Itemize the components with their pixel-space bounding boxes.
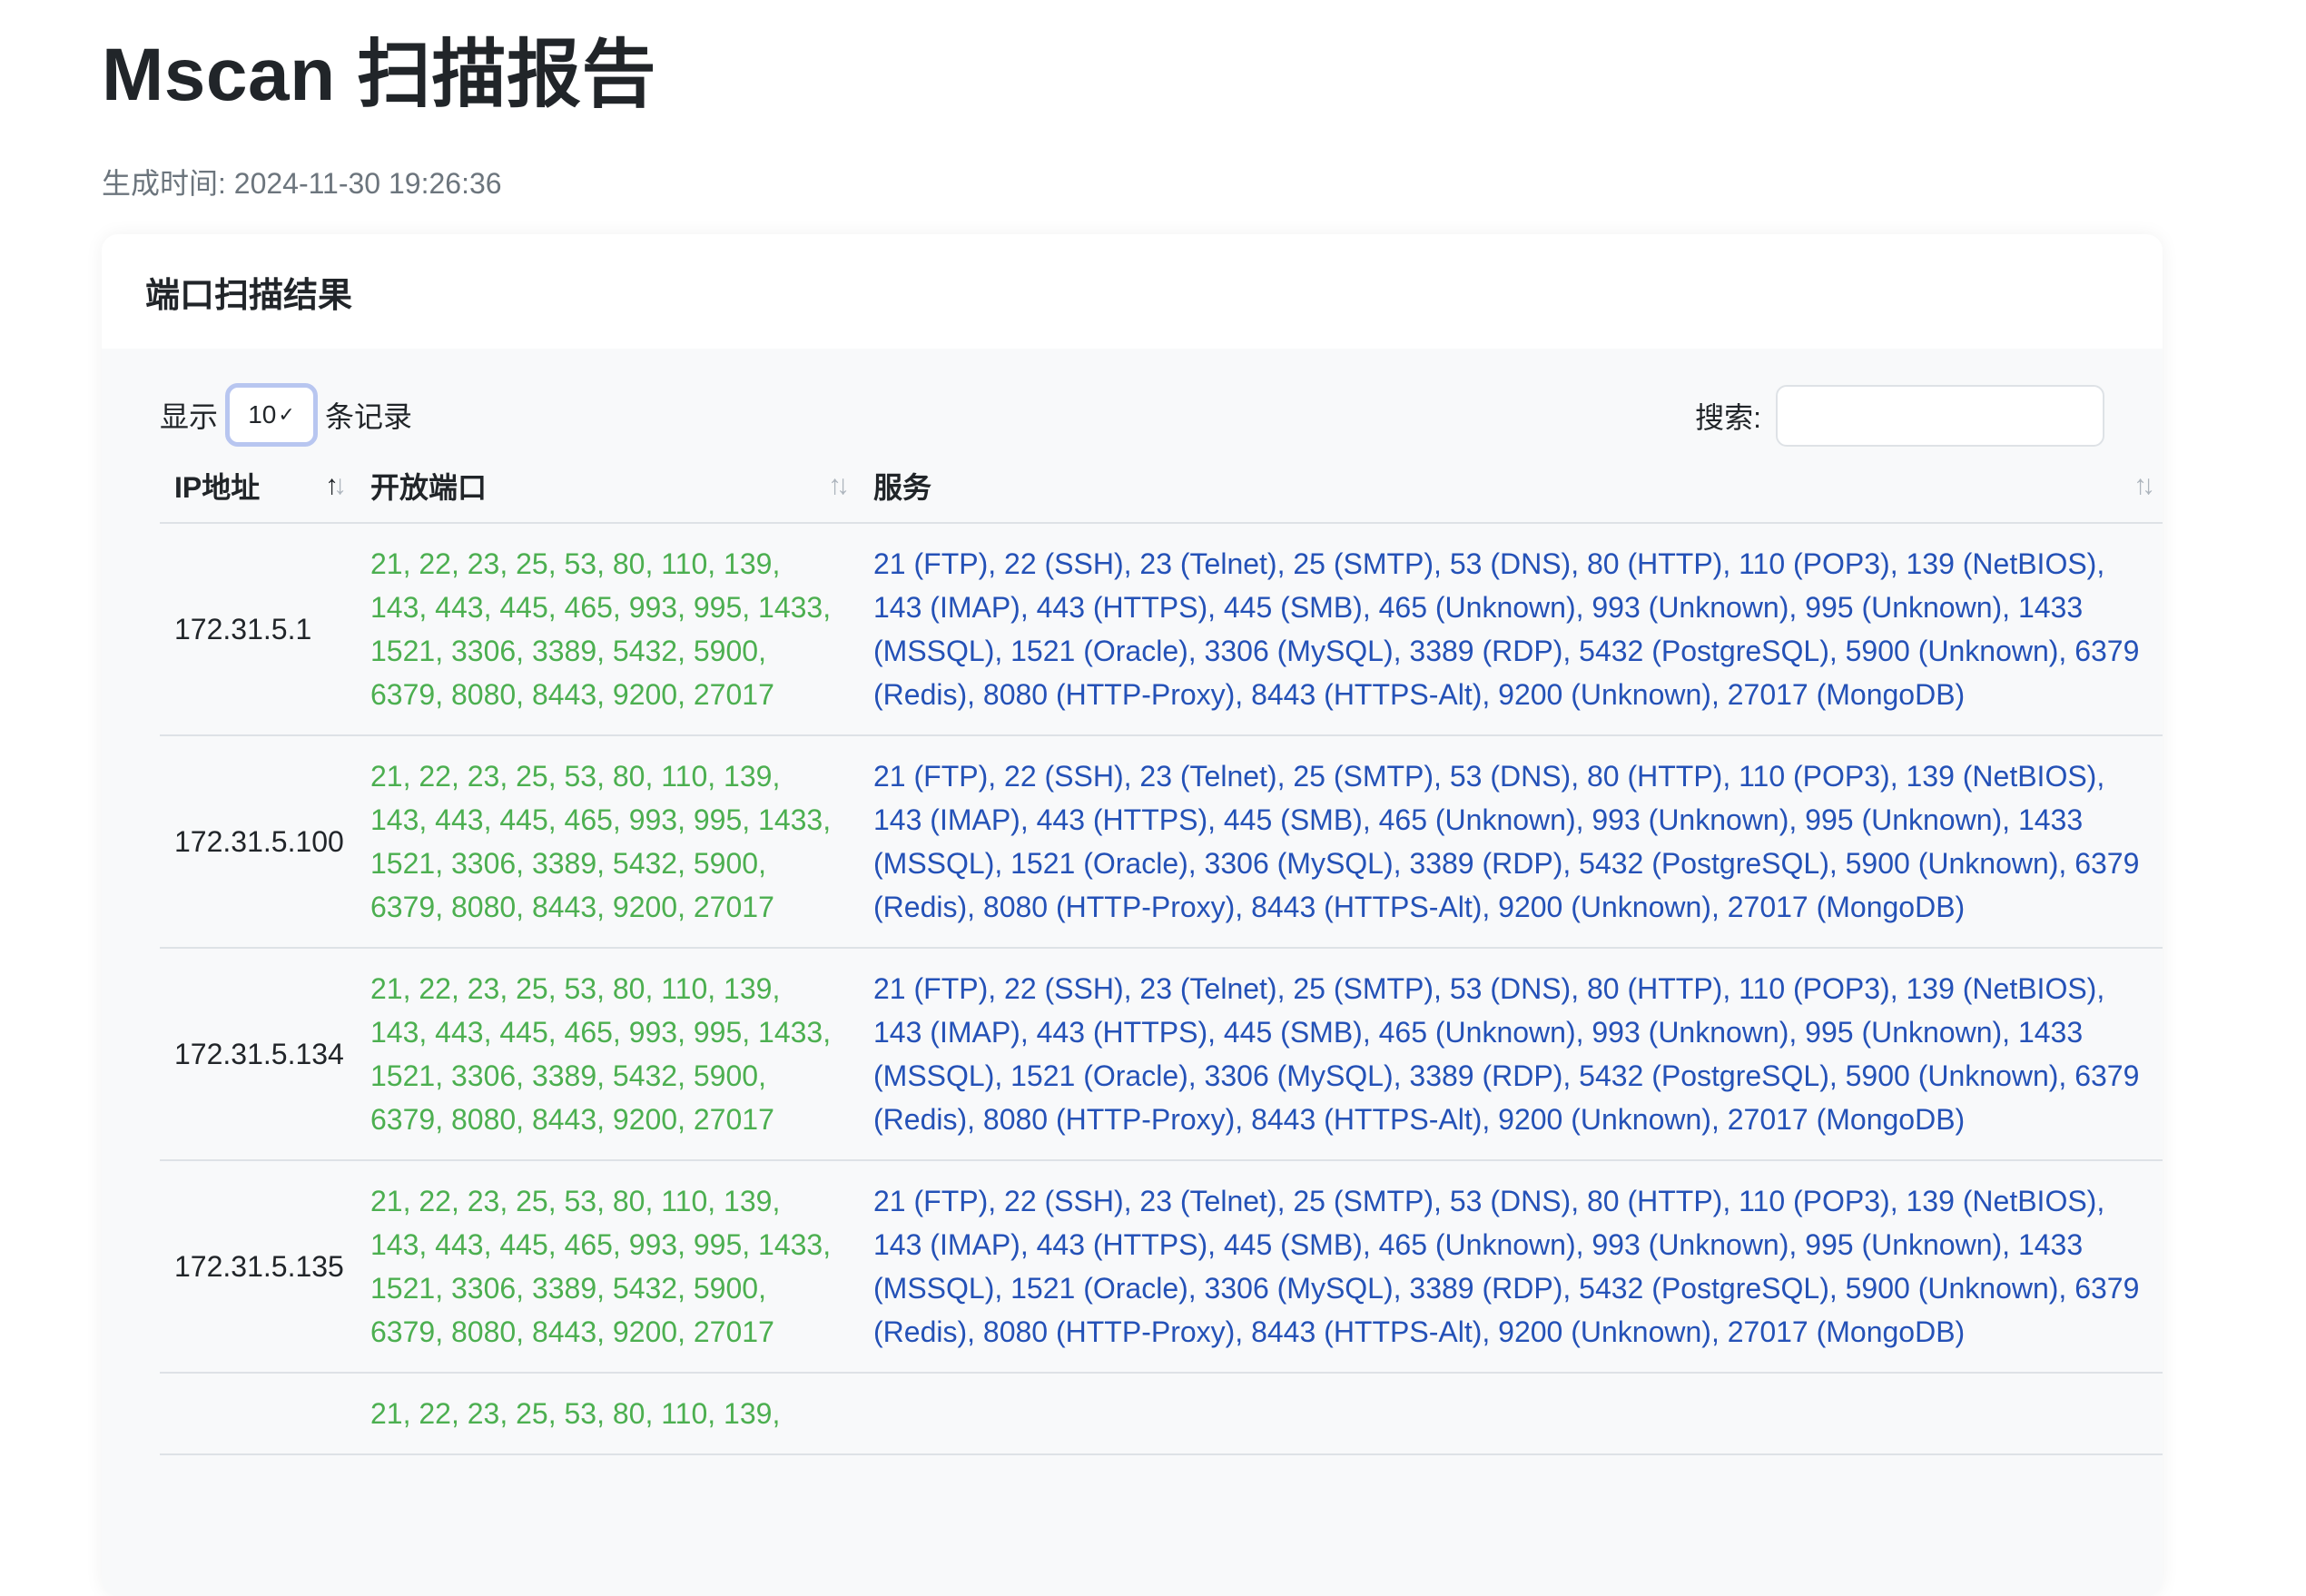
ip-cell: 172.31.5.135 <box>160 1160 356 1374</box>
ip-cell: 172.31.5.1 <box>160 523 356 736</box>
length-suffix-label: 条记录 <box>325 400 413 433</box>
length-prefix-label: 显示 <box>160 400 219 433</box>
table-row: 172.31.5.1 21, 22, 23, 25, 53, 80, 110, … <box>160 523 2163 736</box>
search-control: 搜索: <box>1695 385 2104 447</box>
column-header-ip[interactable]: IP地址 ↑↓ <box>160 448 356 524</box>
sort-icon: ↑↓ <box>2134 469 2155 500</box>
column-header-label: IP地址 <box>174 470 261 504</box>
table-controls: 显示 10 ✓ 条记录 搜索: <box>131 349 2134 448</box>
card-body: 显示 10 ✓ 条记录 搜索: IP地址 ↑↓ 开放端口 ↑↓ 服务 ↑↓ 17… <box>102 349 2163 1455</box>
ports-cell: 21, 22, 23, 25, 53, 80, 110, 139, 143, 4… <box>356 523 859 736</box>
page-length-control: 显示 10 ✓ 条记录 <box>160 383 412 447</box>
services-cell: 21 (FTP), 22 (SSH), 23 (Telnet), 25 (SMT… <box>859 948 2163 1161</box>
page-title: Mscan 扫描报告 <box>102 34 656 116</box>
sort-icon: ↑↓ <box>828 469 850 500</box>
ports-cell: 21, 22, 23, 25, 53, 80, 110, 139, 143, 4… <box>356 948 859 1161</box>
table-row: 172.31.5.100 21, 22, 23, 25, 53, 80, 110… <box>160 735 2163 949</box>
results-table: IP地址 ↑↓ 开放端口 ↑↓ 服务 ↑↓ 172.31.5.1 21, 22,… <box>160 448 2163 1455</box>
card-header: 端口扫描结果 <box>102 234 2163 349</box>
column-header-services[interactable]: 服务 ↑↓ <box>859 448 2163 524</box>
ip-cell: 172.31.5.134 <box>160 948 356 1161</box>
column-header-ports[interactable]: 开放端口 ↑↓ <box>356 448 859 524</box>
sort-ascending-icon: ↑↓ <box>325 469 347 500</box>
services-cell: 21 (FTP), 22 (SSH), 23 (Telnet), 25 (SMT… <box>859 523 2163 736</box>
column-header-label: 服务 <box>873 470 932 504</box>
column-header-label: 开放端口 <box>370 470 488 504</box>
services-cell: 21 (FTP), 22 (SSH), 23 (Telnet), 25 (SMT… <box>859 1160 2163 1374</box>
ip-cell: 172.31.5.100 <box>160 735 356 949</box>
services-cell: 21 (FTP), 22 (SSH), 23 (Telnet), 25 (SMT… <box>859 735 2163 949</box>
ports-cell: 21, 22, 23, 25, 53, 80, 110, 139, 143, 4… <box>356 1160 859 1374</box>
ip-cell <box>160 1373 356 1455</box>
page-length-select[interactable]: 10 ✓ <box>225 383 319 447</box>
page-length-value: 10 <box>248 400 277 429</box>
search-input[interactable] <box>1776 385 2104 447</box>
ports-cell: 21, 22, 23, 25, 53, 80, 110, 139, 143, 4… <box>356 735 859 949</box>
chevron-down-icon: ✓ <box>278 403 295 426</box>
card-title: 端口扫描结果 <box>145 276 353 315</box>
services-cell <box>859 1373 2163 1455</box>
ports-cell: 21, 22, 23, 25, 53, 80, 110, 139, <box>356 1373 859 1455</box>
scan-results-card: 端口扫描结果 显示 10 ✓ 条记录 搜索: IP地址 ↑↓ 开放端口 ↑↓ 服… <box>102 234 2163 1596</box>
table-header-row: IP地址 ↑↓ 开放端口 ↑↓ 服务 ↑↓ <box>160 448 2163 524</box>
table-row: 172.31.5.135 21, 22, 23, 25, 53, 80, 110… <box>160 1160 2163 1374</box>
table-row: 172.31.5.134 21, 22, 23, 25, 53, 80, 110… <box>160 948 2163 1161</box>
search-label: 搜索: <box>1695 401 1761 434</box>
generated-time: 生成时间: 2024-11-30 19:26:36 <box>102 167 502 200</box>
table-row: 21, 22, 23, 25, 53, 80, 110, 139, <box>160 1373 2163 1455</box>
